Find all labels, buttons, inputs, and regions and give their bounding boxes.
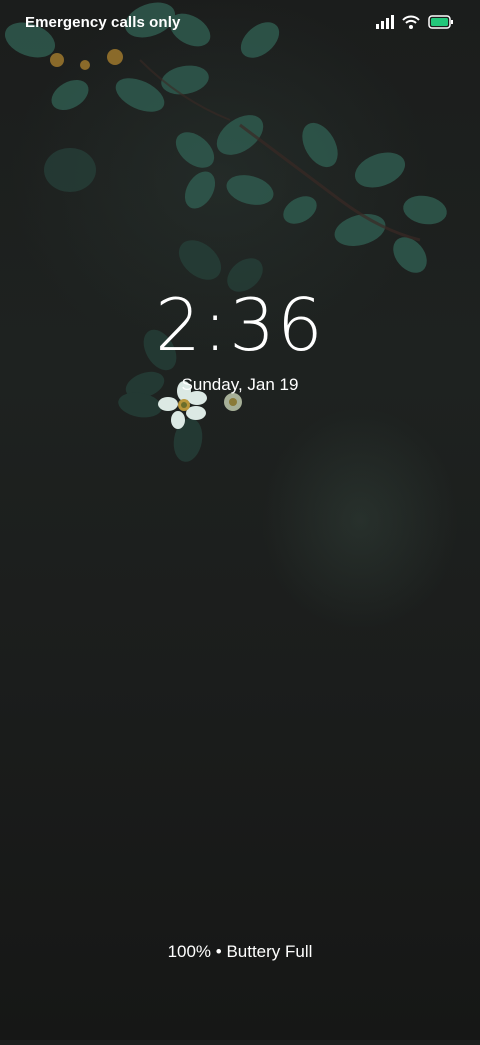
signal-icon [376,15,394,29]
wifi-icon [402,15,420,29]
charging-status: 100% • Buttery Full [167,942,313,961]
status-bar: Emergency calls only [0,0,480,44]
carrier-status: Emergency calls only [25,14,181,31]
battery-icon [428,15,453,29]
lockscreen-clock: 2:36 [155,283,325,367]
lockscreen-date: Sunday, Jan 19 [181,375,299,394]
flower-branch-image [4,2,447,462]
status-icons [376,13,454,31]
wallpaper [0,0,480,1040]
